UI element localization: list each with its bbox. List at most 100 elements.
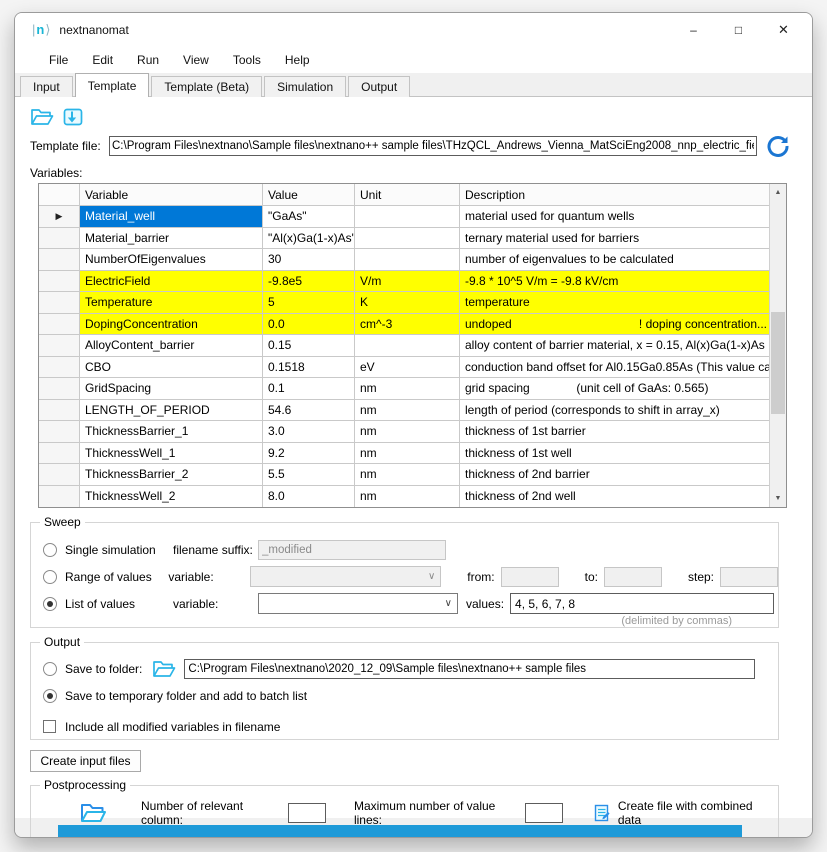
close-button[interactable]: ✕ xyxy=(761,16,806,44)
unit-cell[interactable]: cm^-3 xyxy=(355,314,460,335)
row-header-cell[interactable] xyxy=(39,228,80,249)
create-input-files-button[interactable]: Create input files xyxy=(30,750,141,772)
tab-output[interactable]: Output xyxy=(348,76,410,97)
range-variable-dropdown[interactable]: ∨ xyxy=(250,566,442,587)
variable-cell[interactable]: DopingConcentration xyxy=(80,314,263,335)
table-row[interactable]: ElectricField-9.8e5V/m-9.8 * 10^5 V/m = … xyxy=(39,271,770,293)
list-of-values-radio[interactable] xyxy=(43,597,57,611)
tab-template-beta[interactable]: Template (Beta) xyxy=(151,76,262,97)
description-cell[interactable]: material used for quantum wells xyxy=(460,206,770,227)
variable-cell[interactable]: Material_well xyxy=(80,206,263,227)
value-cell[interactable]: 3.0 xyxy=(263,421,355,442)
variable-cell[interactable]: Material_barrier xyxy=(80,228,263,249)
row-header-cell[interactable] xyxy=(39,335,80,356)
variable-cell[interactable]: ThicknessWell_2 xyxy=(80,486,263,508)
unit-cell[interactable] xyxy=(355,249,460,270)
value-cell[interactable]: "GaAs" xyxy=(263,206,355,227)
value-cell[interactable]: 9.2 xyxy=(263,443,355,464)
scrollbar-thumb[interactable] xyxy=(771,312,785,414)
value-cell[interactable]: 5.5 xyxy=(263,464,355,485)
menu-item-edit[interactable]: Edit xyxy=(80,49,125,71)
table-row[interactable]: DopingConcentration0.0cm^-3undoped! dopi… xyxy=(39,314,770,336)
description-cell[interactable]: number of eigenvalues to be calculated xyxy=(460,249,770,270)
row-header-cell[interactable] xyxy=(39,400,80,421)
table-row[interactable]: ThicknessBarrier_13.0nmthickness of 1st … xyxy=(39,421,770,443)
step-input[interactable] xyxy=(720,567,778,587)
table-row[interactable]: NumberOfEigenvalues30 number of eigenvalu… xyxy=(39,249,770,271)
grid-corner-cell[interactable] xyxy=(39,184,80,205)
list-variable-dropdown[interactable]: ∨ xyxy=(258,593,458,614)
from-input[interactable] xyxy=(501,567,559,587)
table-row[interactable]: ThicknessBarrier_25.5nmthickness of 2nd … xyxy=(39,464,770,486)
variable-cell[interactable]: ThicknessBarrier_1 xyxy=(80,421,263,442)
value-cell[interactable]: -9.8e5 xyxy=(263,271,355,292)
table-row[interactable]: ThicknessWell_19.2nmthickness of 1st wel… xyxy=(39,443,770,465)
table-row[interactable]: GridSpacing0.1nmgrid spacing (unit cell … xyxy=(39,378,770,400)
value-cell[interactable]: 0.0 xyxy=(263,314,355,335)
row-header-cell[interactable] xyxy=(39,357,80,378)
variable-cell[interactable]: Temperature xyxy=(80,292,263,313)
unit-cell[interactable]: nm xyxy=(355,378,460,399)
tab-simulation[interactable]: Simulation xyxy=(264,76,346,97)
column-header-value[interactable]: Value xyxy=(263,184,355,205)
row-header-cell[interactable] xyxy=(39,249,80,270)
unit-cell[interactable]: nm xyxy=(355,486,460,508)
variable-cell[interactable]: LENGTH_OF_PERIOD xyxy=(80,400,263,421)
combined-data-file-icon[interactable] xyxy=(593,804,611,822)
menu-item-run[interactable]: Run xyxy=(125,49,171,71)
unit-cell[interactable]: nm xyxy=(355,400,460,421)
scroll-up-icon[interactable]: ▲ xyxy=(770,184,786,201)
variable-cell[interactable]: ThicknessWell_1 xyxy=(80,443,263,464)
table-row[interactable]: ▶Material_well"GaAs" material used for qu… xyxy=(39,206,770,228)
unit-cell[interactable] xyxy=(355,206,460,227)
row-header-cell[interactable]: ▶ xyxy=(39,206,80,227)
row-header-cell[interactable] xyxy=(39,314,80,335)
unit-cell[interactable] xyxy=(355,228,460,249)
relevant-column-input[interactable] xyxy=(288,803,326,823)
description-cell[interactable]: grid spacing (unit cell of GaAs: 0.565) xyxy=(460,378,770,399)
unit-cell[interactable]: V/m xyxy=(355,271,460,292)
folder-icon[interactable] xyxy=(152,659,176,679)
row-header-cell[interactable] xyxy=(39,486,80,508)
tab-input[interactable]: Input xyxy=(20,76,73,97)
template-file-input[interactable] xyxy=(109,136,757,156)
value-cell[interactable]: 30 xyxy=(263,249,355,270)
refresh-icon[interactable] xyxy=(766,134,790,158)
description-cell[interactable]: temperature xyxy=(460,292,770,313)
variable-cell[interactable]: ElectricField xyxy=(80,271,263,292)
variable-cell[interactable]: GridSpacing xyxy=(80,378,263,399)
value-cell[interactable]: 0.1 xyxy=(263,378,355,399)
minimize-button[interactable]: – xyxy=(671,16,716,44)
filename-suffix-input[interactable] xyxy=(258,540,446,560)
value-cell[interactable]: "Al(x)Ga(1-x)As" xyxy=(263,228,355,249)
maximize-button[interactable]: □ xyxy=(716,16,761,44)
description-cell[interactable]: undoped! doping concentration... xyxy=(460,314,770,335)
values-input[interactable] xyxy=(510,593,774,614)
description-cell[interactable]: thickness of 2nd barrier xyxy=(460,464,770,485)
unit-cell[interactable]: nm xyxy=(355,421,460,442)
description-cell[interactable]: thickness of 1st barrier xyxy=(460,421,770,442)
column-header-description[interactable]: Description xyxy=(460,184,770,205)
postprocessing-folder-icon[interactable] xyxy=(79,800,107,826)
value-lines-input[interactable] xyxy=(525,803,563,823)
menu-item-help[interactable]: Help xyxy=(273,49,322,71)
unit-cell[interactable] xyxy=(355,335,460,356)
value-cell[interactable]: 54.6 xyxy=(263,400,355,421)
description-cell[interactable]: thickness of 2nd well xyxy=(460,486,770,508)
save-to-temp-radio[interactable] xyxy=(43,689,57,703)
range-of-values-radio[interactable] xyxy=(43,570,57,584)
description-cell[interactable]: thickness of 1st well xyxy=(460,443,770,464)
variable-cell[interactable]: ThicknessBarrier_2 xyxy=(80,464,263,485)
include-variables-checkbox[interactable] xyxy=(43,720,56,733)
vertical-scrollbar[interactable]: ▲ ▼ xyxy=(769,184,786,507)
save-to-folder-radio[interactable] xyxy=(43,662,57,676)
description-cell[interactable]: alloy content of barrier material, x = 0… xyxy=(460,335,770,356)
description-cell[interactable]: length of period (corresponds to shift i… xyxy=(460,400,770,421)
column-header-unit[interactable]: Unit xyxy=(355,184,460,205)
menu-item-view[interactable]: View xyxy=(171,49,221,71)
value-cell[interactable]: 0.15 xyxy=(263,335,355,356)
variable-cell[interactable]: CBO xyxy=(80,357,263,378)
row-header-cell[interactable] xyxy=(39,464,80,485)
row-header-cell[interactable] xyxy=(39,271,80,292)
variable-cell[interactable]: NumberOfEigenvalues xyxy=(80,249,263,270)
